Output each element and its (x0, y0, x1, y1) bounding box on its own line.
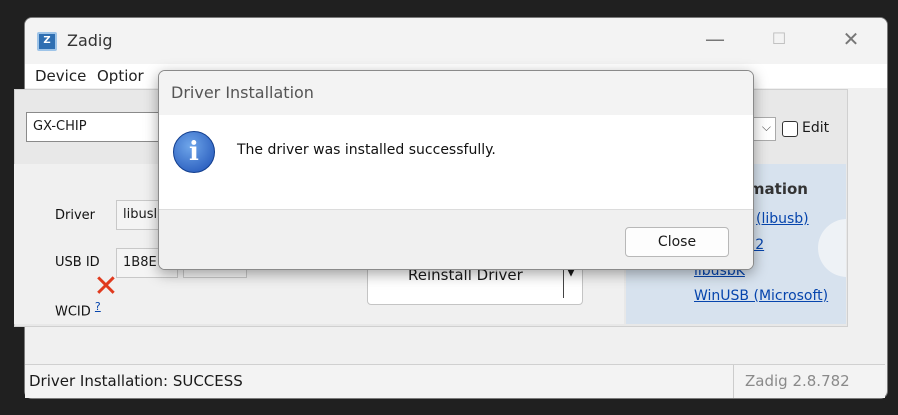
winusb-link[interactable]: WinUSB (Microsoft) (694, 288, 828, 304)
driver-installation-dialog: Driver Installation i The driver was ins… (158, 70, 754, 270)
status-divider (733, 365, 734, 398)
status-text: Driver Installation: SUCCESS (29, 372, 243, 390)
edit-checkbox[interactable] (782, 121, 798, 137)
driver-label: Driver (55, 208, 96, 223)
maximize-button[interactable]: ☐ (757, 24, 801, 56)
dialog-footer: Close (159, 209, 753, 269)
window-title: Zadig (67, 31, 113, 50)
version-text: Zadig 2.8.782 (745, 372, 850, 390)
minimize-button[interactable]: — (693, 24, 737, 56)
dialog-title: Driver Installation (171, 83, 314, 102)
menu-device[interactable]: Device (35, 67, 86, 85)
status-bar: Driver Installation: SUCCESS Zadig 2.8.7… (25, 364, 885, 398)
close-window-button[interactable]: ✕ (829, 24, 873, 56)
red-x-icon: ✕ (93, 269, 119, 304)
menu-options[interactable]: Optior (97, 67, 144, 85)
dialog-title-bar[interactable]: Driver Installation (159, 71, 753, 115)
edit-label: Edit (802, 120, 830, 136)
information-icon: i (173, 131, 215, 173)
wcid-label-text: WCID (55, 304, 91, 320)
decorative-circle (818, 219, 846, 277)
dialog-message: The driver was installed successfully. (237, 142, 496, 158)
close-button[interactable]: Close (625, 227, 729, 257)
zadig-app-icon: Z (37, 32, 57, 51)
chevron-down-icon: ⌵ (761, 120, 771, 134)
title-bar[interactable]: Z Zadig — ☐ ✕ (25, 18, 887, 64)
libusb-link[interactable]: (libusb) (756, 211, 809, 227)
usb-id-label: USB ID (55, 255, 100, 270)
